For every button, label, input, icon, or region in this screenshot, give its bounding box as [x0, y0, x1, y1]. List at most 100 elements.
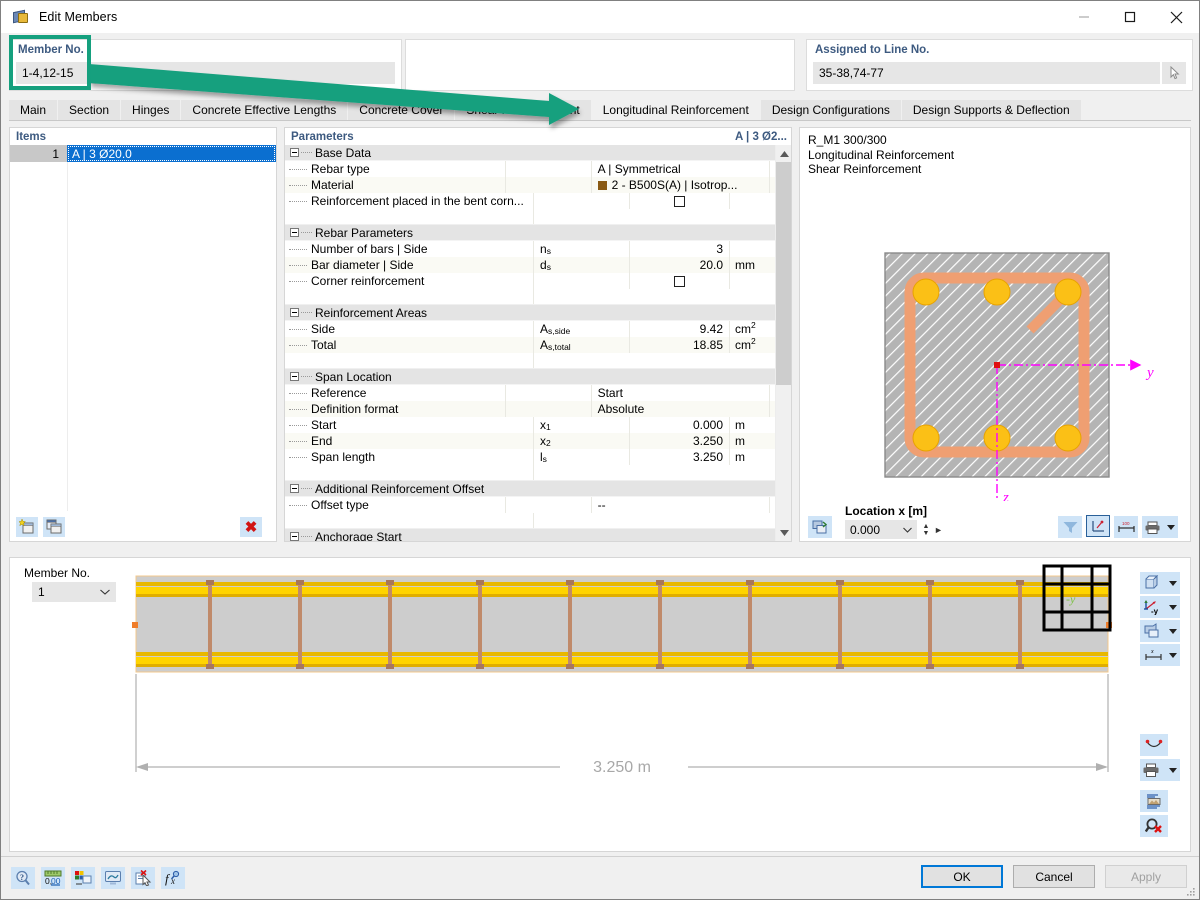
delete-item-button[interactable]: ✖ [240, 517, 262, 537]
display-properties-button[interactable] [71, 867, 95, 889]
pick-cursor-icon[interactable] [1162, 62, 1186, 84]
scrollbar-thumb[interactable] [776, 162, 791, 385]
main-content: Items 1 A | 3 Ø20.0 [9, 121, 1191, 549]
parameters-title: Parameters [291, 131, 354, 143]
tab-main[interactable]: Main [9, 100, 58, 120]
chevron-down-icon [1169, 581, 1177, 586]
formula-button[interactable]: f x [161, 867, 185, 889]
chevron-down-icon [903, 527, 912, 533]
tab-concrete-effective-lengths[interactable]: Concrete Effective Lengths [181, 100, 348, 120]
param-row-span-length[interactable]: Span length ls 3.250 m [285, 449, 775, 465]
cancel-button[interactable]: Cancel [1013, 865, 1095, 888]
print-button[interactable] [1142, 516, 1178, 538]
tab-hinges[interactable]: Hinges [121, 100, 181, 120]
location-x-combo[interactable]: 0.000 [845, 520, 917, 539]
chevron-down-icon [1169, 629, 1177, 634]
filter-icon[interactable] [1058, 516, 1082, 538]
new-item-button[interactable] [16, 517, 38, 537]
param-value: 2 - B500S(A) | Isotrop... [612, 178, 738, 192]
group-header-span-location[interactable]: Span Location [285, 369, 775, 385]
next-location-button[interactable]: ► [934, 525, 943, 535]
view-3d-button[interactable] [1140, 572, 1180, 594]
units-decimal-places-button[interactable]: 0, 00 [41, 867, 65, 889]
param-row-offset-type[interactable]: Offset type -- [285, 497, 775, 513]
view-toolbar-secondary [1140, 734, 1184, 840]
render-mode-button[interactable] [808, 516, 832, 538]
svg-text:100: 100 [1122, 521, 1130, 526]
param-row-area-side[interactable]: Side As,side 9.42 cm2 [285, 321, 775, 337]
param-row-end[interactable]: End x2 3.250 m [285, 433, 775, 449]
view-toolbar: -y x [1140, 572, 1184, 668]
param-row-bar-diameter[interactable]: Bar diameter | Side ds 20.0 mm [285, 257, 775, 273]
location-x-stepper[interactable]: ▲▼ [919, 520, 933, 539]
param-row-corner-reinforcement[interactable]: Corner reinforcement [285, 273, 775, 289]
bottom-member-no-label: Member No. [24, 566, 90, 580]
resize-grip[interactable] [1186, 887, 1196, 897]
svg-text:?: ? [20, 873, 24, 882]
footer-toolbar: ? 0, 00 [11, 867, 185, 889]
list-item[interactable]: 1 A | 3 Ø20.0 [10, 145, 276, 162]
app-icon [12, 8, 30, 26]
render-style-button[interactable] [1140, 620, 1180, 642]
param-unit-exponent: 2 [751, 320, 756, 330]
image-export-button[interactable] [1140, 790, 1168, 812]
graphic-view-button[interactable] [101, 867, 125, 889]
param-row-reference[interactable]: Reference Start [285, 385, 775, 401]
group-header-anchorage-start[interactable]: Anchorage Start [285, 529, 775, 541]
group-header-rebar-parameters[interactable]: Rebar Parameters [285, 225, 775, 241]
tab-section[interactable]: Section [58, 100, 121, 120]
smiley-view-button[interactable] [1140, 734, 1168, 756]
checkbox[interactable] [674, 276, 685, 287]
param-value: 18.85 [693, 338, 723, 352]
member-elevation-diagram[interactable]: -y 3.250 m [128, 564, 1102, 845]
dimension-style-button[interactable]: x [1140, 644, 1180, 666]
help-info-button[interactable]: ? [11, 867, 35, 889]
assigned-line-input[interactable] [813, 62, 1160, 84]
param-row-area-total[interactable]: Total As,total 18.85 cm2 [285, 337, 775, 353]
param-value: Start [598, 386, 623, 400]
scroll-down-icon[interactable] [776, 524, 791, 541]
param-row-number-of-bars[interactable]: Number of bars | Side ns 3 [285, 241, 775, 257]
member-diagram-panel: Member No. 1 [9, 557, 1191, 852]
view-direction-button[interactable]: -y [1140, 596, 1180, 618]
param-row-rebar-type[interactable]: Rebar type A | Symmetrical [285, 161, 775, 177]
collapse-icon[interactable] [290, 484, 299, 493]
group-header-base-data[interactable]: Base Data [285, 145, 775, 161]
close-icon[interactable] [1153, 1, 1199, 33]
axis-label-y: y [1145, 365, 1154, 381]
zoom-reset-button[interactable] [1140, 815, 1168, 837]
parameters-scrollbar[interactable] [775, 145, 791, 541]
maximize-icon[interactable] [1107, 1, 1153, 33]
collapse-icon[interactable] [290, 372, 299, 381]
dimensions-button[interactable]: 100 [1114, 516, 1138, 538]
param-row-start[interactable]: Start x1 0.000 m [285, 417, 775, 433]
dimension-label [602, 752, 722, 776]
bottom-member-no-combo[interactable]: 1 [32, 582, 116, 602]
param-row-definition-format[interactable]: Definition format Absolute [285, 401, 775, 417]
tab-shear-reinforcement[interactable]: Shear Reinforcement [455, 100, 591, 120]
param-row-bent-corner[interactable]: Reinforcement placed in the bent corn... [285, 193, 775, 209]
copy-item-button[interactable] [43, 517, 65, 537]
scroll-up-icon[interactable] [776, 145, 791, 162]
param-row-material[interactable]: Material 2 - B500S(A) | Isotrop... [285, 177, 775, 193]
collapse-icon[interactable] [290, 308, 299, 317]
axes-display-button[interactable] [1086, 515, 1110, 537]
collapse-icon[interactable] [290, 532, 299, 541]
cross-section-canvas[interactable]: y z [800, 177, 1190, 502]
ok-button[interactable]: OK [921, 865, 1003, 888]
tab-concrete-cover[interactable]: Concrete Cover [348, 100, 455, 120]
tab-design-supports-deflection[interactable]: Design Supports & Deflection [902, 100, 1082, 120]
collapse-icon[interactable] [290, 228, 299, 237]
tab-design-configurations[interactable]: Design Configurations [761, 100, 902, 120]
item-value[interactable]: A | 3 Ø20.0 [67, 145, 276, 162]
apply-button: Apply [1105, 865, 1187, 888]
minimize-icon[interactable] [1061, 1, 1107, 33]
title-bar: Edit Members [1, 1, 1199, 33]
print-view-button[interactable] [1140, 759, 1180, 781]
collapse-icon[interactable] [290, 148, 299, 157]
clear-selection-button[interactable] [131, 867, 155, 889]
checkbox[interactable] [674, 196, 685, 207]
group-header-additional-reinforcement-offset[interactable]: Additional Reinforcement Offset [285, 481, 775, 497]
tab-longitudinal-reinforcement[interactable]: Longitudinal Reinforcement [592, 100, 761, 120]
group-header-reinforcement-areas[interactable]: Reinforcement Areas [285, 305, 775, 321]
